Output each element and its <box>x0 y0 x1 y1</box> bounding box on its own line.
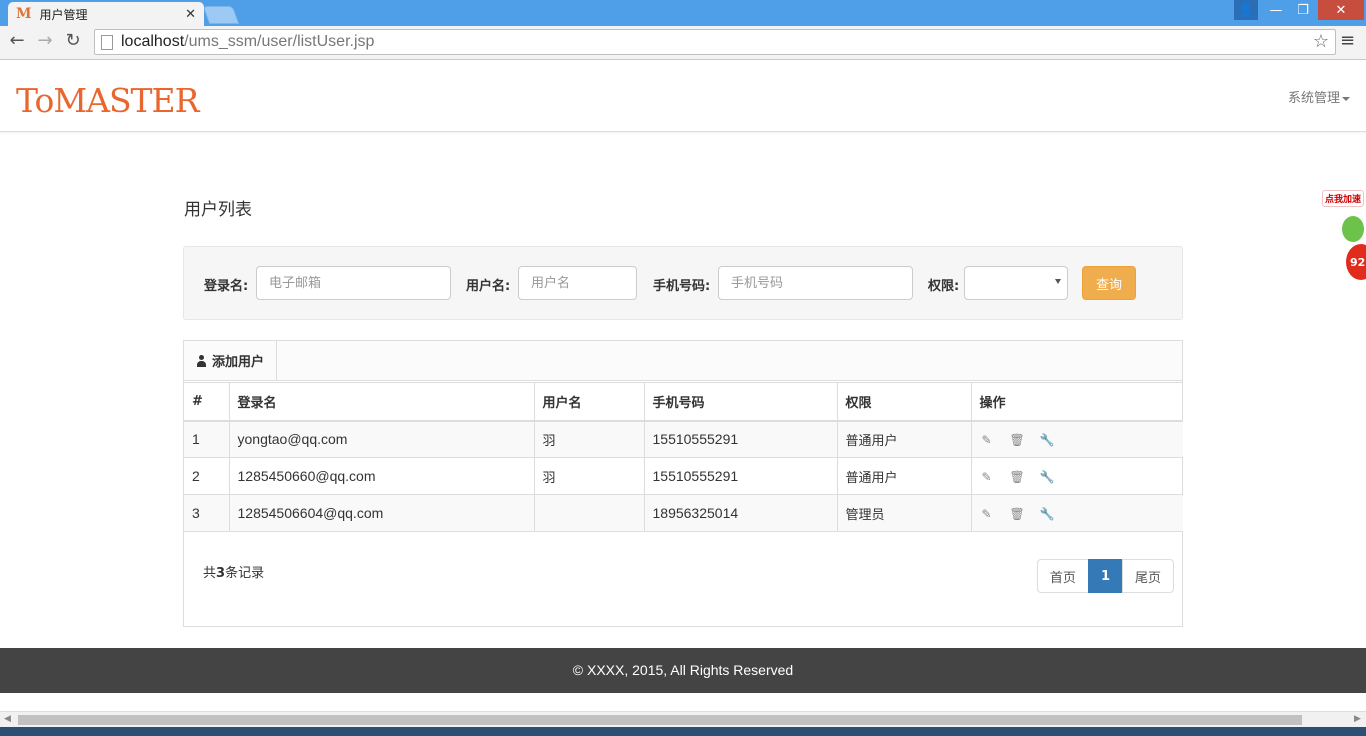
wrench-icon[interactable]: 🔧 <box>1040 507 1055 521</box>
cell-phone: 15510555291 <box>643 420 838 458</box>
user-icon <box>196 354 207 367</box>
phone-input[interactable] <box>718 266 913 300</box>
col-header-actions: 操作 <box>970 382 1183 422</box>
cell-login: 12854506604@qq.com <box>228 494 535 532</box>
trash-icon[interactable]: 🗑 <box>1010 470 1025 484</box>
trash-icon[interactable]: 🗑 <box>1010 433 1025 447</box>
mascot-icon <box>1342 216 1364 242</box>
user-table-panel: 添加用户 # 登录名 用户名 手机号码 权限 操作 1 yongtao@qq.c… <box>183 340 1183 627</box>
wrench-icon[interactable]: 🔧 <box>1040 433 1055 447</box>
system-menu[interactable]: 系统管理 <box>1288 87 1350 106</box>
add-user-button[interactable]: 添加用户 <box>184 341 278 380</box>
restore-icon[interactable]: ❐ <box>1290 0 1316 20</box>
site-navbar: ToMASTER 系统管理 <box>0 61 1366 132</box>
speed-widget[interactable]: 点我加速 92 <box>1318 190 1366 285</box>
login-label: 登录名: <box>204 279 249 294</box>
edit-icon[interactable]: ✎ <box>980 470 994 484</box>
cell-index: 1 <box>184 420 230 458</box>
caret-down-icon <box>1342 96 1350 101</box>
panel-toolbar: 添加用户 <box>184 341 1182 381</box>
profile-icon[interactable]: 👤 <box>1234 0 1258 20</box>
close-tab-icon[interactable]: ✕ <box>185 7 196 22</box>
last-page-button[interactable]: 尾页 <box>1121 559 1174 593</box>
edit-icon[interactable]: ✎ <box>980 433 994 447</box>
cell-login: yongtao@qq.com <box>228 420 535 458</box>
col-header-phone: 手机号码 <box>643 382 838 422</box>
cell-actions: ✎ 🗑 🔧 <box>970 457 1183 495</box>
record-count: 共3条记录 <box>203 566 265 581</box>
username-label: 用户名: <box>466 279 511 294</box>
os-taskbar <box>0 727 1366 736</box>
trash-icon[interactable]: 🗑 <box>1010 507 1025 521</box>
col-header-username: 用户名 <box>533 382 645 422</box>
table-row: 3 12854506604@qq.com 18956325014 管理员 ✎ 🗑 🔧 <box>184 494 1183 532</box>
user-table: # 登录名 用户名 手机号码 权限 操作 1 yongtao@qq.com 羽 … <box>184 382 1183 532</box>
page-footer: © XXXX, 2015, All Rights Reserved <box>0 648 1366 693</box>
wrench-icon[interactable]: 🔧 <box>1040 470 1055 484</box>
browser-titlebar: M 用户管理 ✕ 👤 — ❐ ✕ <box>0 0 1366 26</box>
tab-title: 用户管理 <box>39 7 88 22</box>
col-header-index: # <box>184 382 230 422</box>
browser-menu-icon[interactable]: ≡ <box>1340 30 1355 51</box>
window-close-icon[interactable]: ✕ <box>1318 0 1364 20</box>
phone-label: 手机号码: <box>653 279 711 294</box>
cell-role: 普通用户 <box>836 420 972 458</box>
page-title: 用户列表 <box>184 200 252 220</box>
role-select[interactable] <box>964 266 1068 300</box>
pagination: 首页 1 尾页 <box>1036 559 1174 593</box>
cell-username: 羽 <box>533 457 645 495</box>
col-header-role: 权限 <box>836 382 972 422</box>
browser-tab[interactable]: M 用户管理 ✕ <box>8 2 204 26</box>
scroll-left-icon[interactable]: ◀ <box>4 714 11 724</box>
cell-role: 普通用户 <box>836 457 972 495</box>
forward-icon[interactable]: → <box>34 30 56 51</box>
role-label: 权限: <box>928 279 960 294</box>
favicon-icon: M <box>16 6 32 22</box>
url-text: localhost/ums_ssm/user/listUser.jsp <box>121 33 375 50</box>
search-form: 登录名: 用户名: 手机号码: 权限: 查询 <box>183 246 1183 320</box>
back-icon[interactable]: ← <box>6 30 28 51</box>
reload-icon[interactable]: ↻ <box>62 30 84 51</box>
scroll-right-icon[interactable]: ▶ <box>1354 714 1361 724</box>
horizontal-scrollbar[interactable]: ◀ ▶ <box>0 711 1366 727</box>
cell-index: 3 <box>184 494 230 532</box>
current-page-button[interactable]: 1 <box>1087 559 1123 593</box>
username-input[interactable] <box>518 266 637 300</box>
table-header-row: # 登录名 用户名 手机号码 权限 操作 <box>184 382 1183 422</box>
table-row: 2 1285450660@qq.com 羽 15510555291 普通用户 ✎… <box>184 457 1183 495</box>
cell-phone: 18956325014 <box>643 494 838 532</box>
site-logo[interactable]: ToMASTER <box>16 81 199 120</box>
bookmark-star-icon[interactable]: ☆ <box>1313 31 1329 52</box>
scrollbar-thumb[interactable] <box>18 715 1302 725</box>
cell-phone: 15510555291 <box>643 457 838 495</box>
minimize-icon[interactable]: — <box>1264 0 1288 20</box>
speed-widget-label: 点我加速 <box>1322 190 1365 207</box>
cell-login: 1285450660@qq.com <box>228 457 535 495</box>
cell-username <box>533 494 645 532</box>
cell-actions: ✎ 🗑 🔧 <box>970 420 1183 458</box>
cell-role: 管理员 <box>836 494 972 532</box>
select-arrow-icon <box>1055 279 1061 284</box>
page-icon <box>101 34 113 50</box>
browser-toolbar: ← → ↻ localhost/ums_ssm/user/listUser.js… <box>0 26 1366 60</box>
login-input[interactable] <box>256 266 451 300</box>
new-tab-button[interactable] <box>202 6 240 24</box>
cell-index: 2 <box>184 457 230 495</box>
col-header-login: 登录名 <box>228 382 535 422</box>
edit-icon[interactable]: ✎ <box>980 507 994 521</box>
first-page-button[interactable]: 首页 <box>1036 559 1089 593</box>
speed-widget-value: 92 <box>1346 244 1366 280</box>
table-row: 1 yongtao@qq.com 羽 15510555291 普通用户 ✎ 🗑 🔧 <box>184 420 1183 458</box>
cell-username: 羽 <box>533 420 645 458</box>
query-button[interactable]: 查询 <box>1082 266 1136 300</box>
cell-actions: ✎ 🗑 🔧 <box>970 494 1183 532</box>
address-bar[interactable]: localhost/ums_ssm/user/listUser.jsp ☆ <box>94 29 1336 55</box>
